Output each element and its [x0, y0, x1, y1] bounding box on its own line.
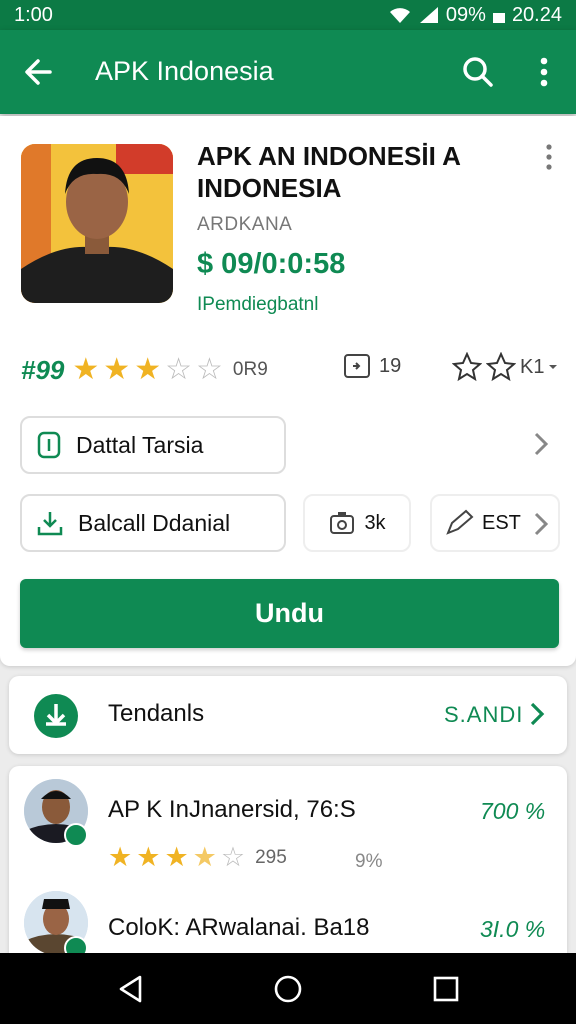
battery-icon — [492, 13, 505, 23]
rating-row: #99 ★ ★ ★ ☆ ☆ 0R9 — [21, 350, 268, 390]
nav-recents-icon[interactable] — [431, 974, 461, 1004]
chevron-right-icon[interactable] — [530, 428, 552, 460]
camera-icon — [330, 512, 355, 534]
file-icon — [37, 431, 61, 459]
app-bar-title: APK Indonesia — [95, 56, 274, 86]
install-label: Balcall Ddanial — [78, 509, 231, 536]
rating-stars: ★ ★ ★ ☆ ☆ — [72, 355, 223, 385]
list-item-price: 3I.0 % — [480, 916, 546, 942]
battery-percent: 09% — [445, 3, 486, 26]
status-bar: 1:00 09% 20.24 — [0, 0, 576, 30]
status-icons: 09% 20.24 — [388, 4, 562, 27]
app-subtitle[interactable]: IPemdiegbatnl — [197, 294, 318, 316]
star-filled-icon: ★ — [136, 842, 161, 872]
pen-icon — [446, 509, 474, 535]
system-nav-bar — [0, 953, 576, 1024]
status-clock: 20.24 — [511, 3, 562, 26]
list-item-percent: 9% — [355, 851, 383, 872]
chevron-right-icon[interactable] — [527, 700, 547, 728]
edit-label: EST — [482, 511, 521, 534]
star-outline-icon — [452, 352, 482, 382]
star-empty-icon: ☆ — [196, 353, 223, 386]
size-button[interactable]: 3k — [303, 494, 411, 552]
star-filled-icon: ★ — [134, 353, 162, 386]
chevron-right-icon[interactable] — [530, 508, 552, 540]
star-filled-icon: ★ — [108, 842, 133, 872]
downloads-stat: 19 — [343, 352, 401, 380]
download-button[interactable]: Undu — [20, 579, 559, 648]
size-label: 3k — [364, 511, 386, 534]
detail-button[interactable]: Dattal Tarsia — [20, 416, 286, 474]
share-count: K1 — [520, 355, 545, 378]
share-icon — [486, 352, 516, 382]
more-vert-icon[interactable] — [540, 142, 558, 172]
app-title: APK AN INDONESİI A INDONESIA — [197, 141, 460, 203]
install-button[interactable]: Balcall Ddanial — [20, 494, 286, 552]
wifi-icon — [389, 8, 410, 23]
signal-icon — [419, 7, 438, 23]
star-empty-icon: ☆ — [220, 842, 246, 872]
app-price: $ 09/0:0:58 — [197, 248, 346, 280]
arrow-left-icon[interactable] — [20, 54, 56, 90]
nav-back-icon[interactable] — [116, 974, 146, 1004]
list-item-title[interactable]: ColoK: ARwalanai. Ba18 — [108, 914, 370, 942]
list-item-rating: ★ ★ ★ ★ ☆ 295 — [108, 844, 287, 871]
app-thumbnail — [21, 144, 173, 303]
nav-home-icon[interactable] — [273, 974, 303, 1004]
share-stat[interactable]: K1 — [452, 352, 558, 382]
list-item-title[interactable]: AP K InJnanersid, 76:S — [108, 796, 356, 824]
list-item-rating-count: 295 — [255, 846, 287, 868]
app-bar: APK Indonesia — [0, 30, 576, 114]
search-icon[interactable] — [460, 54, 496, 90]
developer-name[interactable]: ARDKANA — [197, 214, 292, 236]
star-filled-icon: ★ — [103, 353, 131, 386]
trending-more-link[interactable]: S.ANDI — [444, 702, 523, 728]
download-icon — [37, 512, 63, 536]
star-empty-icon: ☆ — [165, 353, 193, 386]
download-circle-icon — [34, 694, 78, 738]
list-item-price: 700 % — [480, 798, 546, 824]
rating-count: 0R9 — [232, 359, 268, 380]
verified-badge-icon — [64, 823, 88, 847]
downloads-count: 19 — [379, 354, 402, 377]
chevron-down-icon — [549, 365, 558, 369]
install-box-icon — [344, 354, 370, 378]
star-filled-icon: ★ — [72, 353, 100, 386]
star-filled-icon: ★ — [164, 842, 189, 872]
rank-badge: #99 — [21, 354, 65, 385]
status-time: 1:00 — [14, 3, 53, 26]
detail-label: Dattal Tarsia — [76, 431, 204, 458]
more-vert-icon[interactable] — [532, 54, 556, 90]
trending-label: Tendanls — [108, 700, 205, 727]
star-half-icon: ★ — [192, 842, 217, 872]
rating-stars: ★ ★ ★ ★ ☆ — [108, 844, 245, 871]
